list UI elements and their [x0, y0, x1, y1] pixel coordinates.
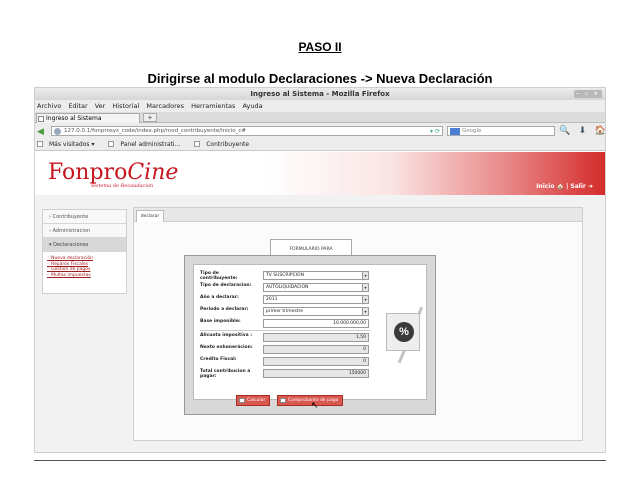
sidebar: › Contribuyente › Administracion ▾ Decla… — [42, 209, 127, 294]
search-placeholder: Google — [462, 128, 482, 134]
calculator-icon — [239, 398, 245, 403]
comprobante-pago-button[interactable]: Comprobante de pago — [277, 395, 343, 406]
bookmark-mas-visitados[interactable]: Más visitados ▾ — [37, 141, 100, 148]
window-controls[interactable]: – ▫ × — [574, 90, 602, 98]
sidebar-item-contribuyente[interactable]: › Contribuyente — [43, 210, 126, 224]
app-slogan: Sistema de Recaudación — [91, 183, 154, 189]
form-body: Tipo de contribuyente: TV SUSCRIPCION Ti… — [193, 264, 427, 400]
bookmark-folder-icon — [37, 141, 43, 147]
app-header: FonproCine Sistema de Recaudación Inicio… — [35, 152, 605, 195]
new-tab-button[interactable]: + — [143, 113, 157, 122]
select-periodo[interactable]: primer trimestre — [263, 307, 369, 316]
output-total: 150000 — [263, 369, 369, 378]
declaration-form: Tipo de contribuyente: TV SUSCRIPCION Ti… — [184, 255, 436, 415]
field-anio: Año a declarar: 2011 — [200, 295, 380, 305]
output-credito-fiscal: 0 — [263, 357, 369, 366]
form-divider — [200, 330, 370, 331]
output-alicuota: 1,50 — [263, 333, 369, 342]
field-credito-fiscal: Credito Fiscal: 0 — [200, 357, 380, 367]
field-periodo: Periodo a declarar: primer trimestre — [200, 307, 380, 317]
instruction-heading: Dirigirse al modulo Declaraciones -> Nue… — [147, 71, 493, 86]
page-rule — [34, 460, 606, 461]
menu-herramientas[interactable]: Herramientas — [191, 102, 235, 110]
tab-bar: Ingreso al Sistema + — [35, 112, 605, 123]
window-titlebar: Ingreso al Sistema - Mozilla Firefox – ▫… — [35, 88, 605, 100]
bookmarks-bar: Más visitados ▾ Panel administrati... Co… — [35, 139, 605, 151]
form-actions: Calcular Comprobante de pago ↖ — [233, 395, 433, 410]
calcular-button[interactable]: Calcular — [236, 395, 270, 406]
url-bar[interactable]: 127.0.0.1/fonprosys_code/index.php/mod_c… — [51, 126, 443, 136]
window-title: Ingreso al Sistema - Mozilla Firefox — [250, 90, 390, 98]
header-links[interactable]: Inicio 🏠 | Salir ➜ — [536, 183, 593, 190]
menu-bar: Archivo Editar Ver Historial Marcadores … — [35, 100, 605, 112]
browser-tab[interactable]: Ingreso al Sistema — [36, 113, 140, 123]
field-base-imponible: Base imponible: 10.000.000,00 — [200, 319, 380, 329]
sidebar-submenu: ◦ Nueva declaración ◦ Reparos Fiscales ◦… — [43, 252, 126, 278]
navigation-bar: ◀ 127.0.0.1/fonprosys_code/index.php/mod… — [35, 123, 605, 139]
content-tab-bar: declarar — [134, 208, 582, 222]
select-tipo-contribuyente[interactable]: TV SUSCRIPCION — [263, 271, 369, 280]
output-exoneracion: 0 — [263, 345, 369, 354]
menu-editar[interactable]: Editar — [68, 102, 87, 110]
back-arrow-icon[interactable]: ◀ — [37, 126, 44, 136]
content-panel: declarar FORMULARIO PARA DECLARACIONES T… — [133, 207, 583, 441]
field-alicuota: Alicuota impositiva : 1,50 — [200, 333, 380, 343]
field-total: Total contribucion a pagar: 150000 — [200, 369, 380, 379]
menu-ver[interactable]: Ver — [95, 102, 106, 110]
mouse-cursor-icon: ↖ — [311, 400, 319, 410]
menu-historial[interactable]: Historial — [112, 102, 139, 110]
app-logo: FonproCine — [48, 160, 179, 185]
input-base-imponible[interactable]: 10.000.000,00 — [263, 319, 369, 328]
select-anio[interactable]: 2011 — [263, 295, 369, 304]
bookmark-contribuyente[interactable]: Contribuyente — [194, 141, 255, 148]
browser-screenshot: Ingreso al Sistema - Mozilla Firefox – ▫… — [34, 87, 606, 453]
select-tipo-declaracion[interactable]: AUTOLIQUIDACION — [263, 283, 369, 292]
tab-label: Ingreso al Sistema — [46, 115, 102, 122]
sidebar-item-declaraciones[interactable]: ▾ Declaraciones — [43, 238, 126, 252]
menu-archivo[interactable]: Archivo — [37, 102, 61, 110]
sidebar-item-administracion[interactable]: › Administracion — [43, 224, 126, 238]
menu-marcadores[interactable]: Marcadores — [146, 102, 184, 110]
tab-declarar[interactable]: declarar — [136, 210, 164, 222]
bookmark-page-icon — [108, 141, 115, 147]
bookmark-panel-admin[interactable]: Panel administrati... — [108, 141, 186, 148]
field-exoneracion: Nexto exhonerácion: 0 — [200, 345, 380, 355]
url-text: 127.0.0.1/fonprosys_code/index.php/mod_c… — [64, 128, 246, 134]
field-tipo-contribuyente: Tipo de contribuyente: TV SUSCRIPCION — [200, 271, 380, 281]
step-title: PASO II — [298, 40, 342, 54]
field-tipo-declaracion: Tipo de declaracion: AUTOLIQUIDACION — [200, 283, 380, 293]
search-input[interactable]: Google — [447, 126, 555, 136]
search-engine-icon[interactable] — [450, 128, 460, 135]
reload-icon[interactable]: ▾ ⟳ — [430, 127, 440, 135]
bookmark-page-icon — [194, 141, 201, 147]
toolbar-icons[interactable]: 🔍 ⬇ 🏠 ☰ — [559, 125, 605, 136]
percent-icon: % — [394, 322, 414, 342]
tab-favicon-icon — [38, 116, 44, 122]
receipt-icon — [280, 398, 286, 403]
tax-badge: % — [386, 313, 420, 351]
sidebar-link-multas[interactable]: ◦ Multas impuestas — [47, 273, 126, 279]
menu-ayuda[interactable]: Ayuda — [243, 102, 263, 110]
site-identity-icon[interactable] — [54, 128, 61, 135]
web-page: FonproCine Sistema de Recaudación Inicio… — [35, 152, 605, 452]
